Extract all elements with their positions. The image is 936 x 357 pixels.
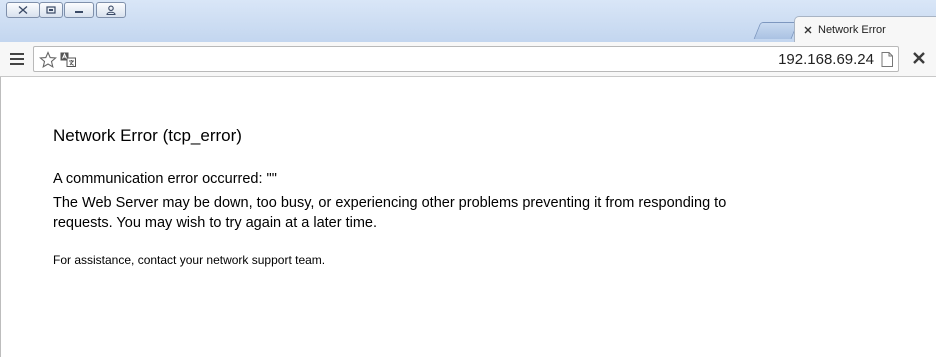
minimize-icon — [75, 11, 83, 13]
page-content: Network Error (tcp_error) A communicatio… — [0, 77, 936, 357]
window-profile-button[interactable] — [96, 2, 126, 18]
omnibox[interactable]: 192.168.69.24 — [33, 46, 899, 72]
tab-title: Network Error — [818, 24, 886, 36]
bookmark-star-icon[interactable] — [39, 51, 57, 69]
window-restore-button[interactable] — [39, 2, 63, 18]
page-info-icon[interactable] — [881, 52, 893, 67]
menu-icon[interactable] — [10, 53, 24, 65]
assistance-note: For assistance, contact your network sup… — [53, 253, 326, 267]
error-message: A communication error occurred: "" — [53, 171, 277, 187]
url-text[interactable]: 192.168.69.24 — [778, 51, 874, 68]
restore-icon — [46, 6, 56, 14]
error-description: The Web Server may be down, too busy, or… — [53, 195, 727, 231]
window-close-button[interactable] — [6, 2, 40, 18]
error-heading: Network Error (tcp_error) — [53, 126, 242, 145]
new-tab-button[interactable] — [753, 22, 799, 39]
title-bar: Network Error — [0, 0, 936, 43]
tab-network-error[interactable]: Network Error — [794, 16, 936, 43]
stop-icon[interactable] — [912, 51, 926, 65]
tab-close-icon[interactable] — [803, 25, 813, 35]
toolbar: 192.168.69.24 — [0, 42, 936, 77]
profile-icon — [106, 5, 116, 15]
translate-icon[interactable] — [60, 52, 76, 67]
close-icon — [18, 6, 28, 14]
window-minimize-button[interactable] — [64, 2, 94, 18]
